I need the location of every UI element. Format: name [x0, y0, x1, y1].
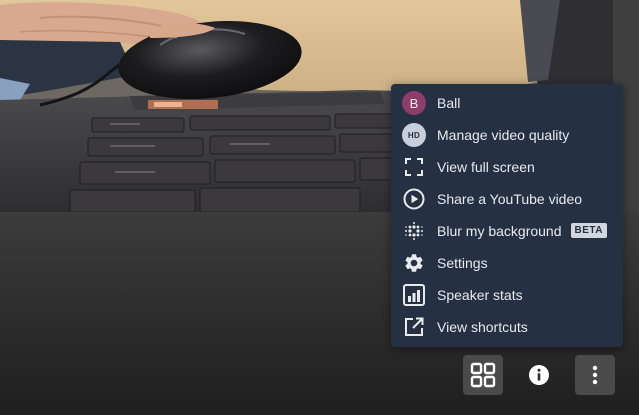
more-vertical-icon — [592, 365, 598, 385]
menu-item-label: View full screen — [437, 159, 535, 175]
menu-item-label: Speaker stats — [437, 287, 523, 303]
more-actions-menu: B Ball HD Manage video quality View full… — [391, 84, 623, 347]
menu-item-label: Share a YouTube video — [437, 191, 583, 207]
menu-item-speaker-stats[interactable]: Speaker stats — [391, 279, 623, 311]
play-circle-icon — [403, 188, 425, 210]
menu-item-label: View shortcuts — [437, 319, 528, 335]
gear-icon — [405, 254, 423, 272]
menu-item-blur-background[interactable]: Blur my background BETA — [391, 215, 623, 247]
menu-item-label: Ball — [437, 95, 461, 111]
meeting-info-button[interactable] — [519, 355, 559, 395]
fullscreen-icon — [405, 158, 423, 176]
user-avatar: B — [402, 91, 426, 115]
grid-icon — [470, 362, 496, 388]
menu-item-manage-video-quality[interactable]: HD Manage video quality — [391, 119, 623, 151]
menu-item-view-shortcuts[interactable]: View shortcuts — [391, 311, 623, 343]
meeting-stage: B Ball HD Manage video quality View full… — [0, 0, 639, 415]
hd-icon: HD — [402, 123, 426, 147]
tile-view-button[interactable] — [463, 355, 503, 395]
menu-item-label: Settings — [437, 255, 488, 271]
menu-item-share-youtube[interactable]: Share a YouTube video — [391, 183, 623, 215]
menu-item-label: Blur my background — [437, 223, 562, 239]
menu-item-settings[interactable]: Settings — [391, 247, 623, 279]
beta-badge: BETA — [570, 222, 607, 238]
menu-item-label: Manage video quality — [437, 127, 570, 143]
blur-dots-icon — [405, 222, 423, 240]
bar-chart-icon — [403, 284, 425, 306]
info-icon — [529, 365, 549, 385]
menu-item-profile[interactable]: B Ball — [391, 87, 623, 119]
open-external-icon — [405, 317, 424, 336]
menu-item-view-full-screen[interactable]: View full screen — [391, 151, 623, 183]
more-actions-button[interactable] — [575, 355, 615, 395]
